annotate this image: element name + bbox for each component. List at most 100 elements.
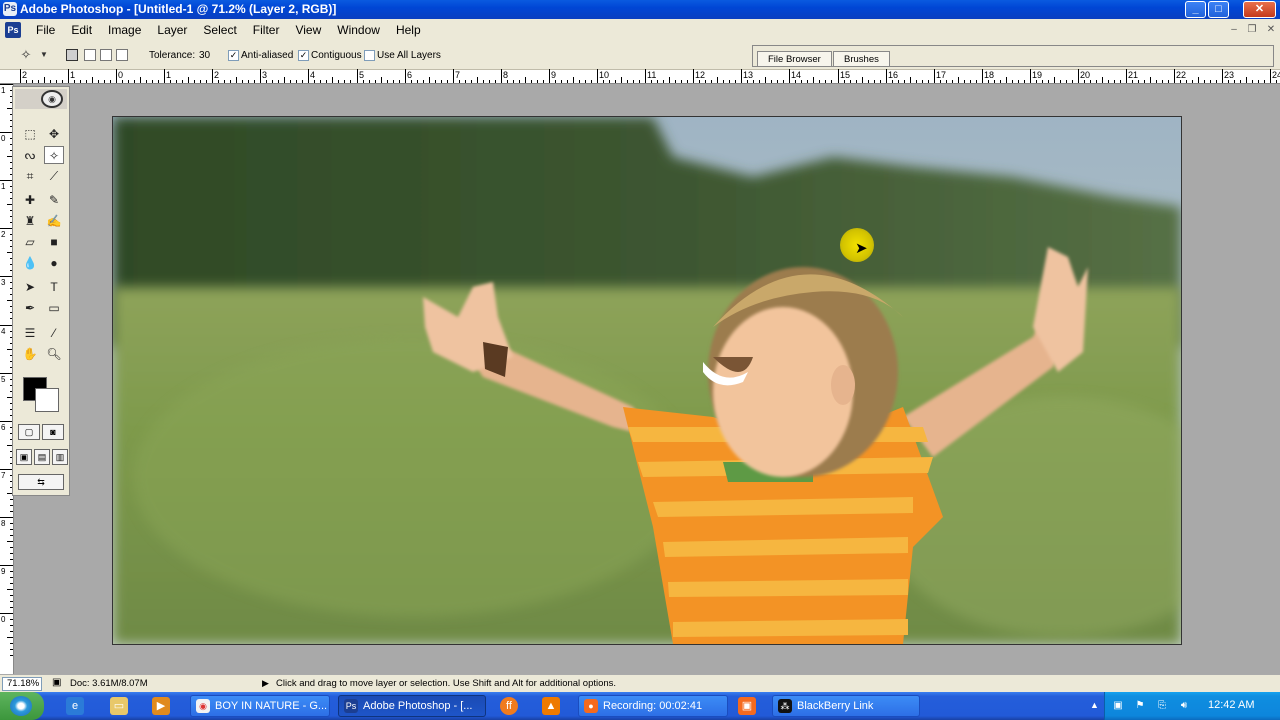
screen-mode-standard-icon[interactable]: ▣: [16, 449, 32, 465]
safely-remove-icon[interactable]: ⎘: [1155, 699, 1169, 713]
contiguous-checkbox[interactable]: ✓: [298, 50, 309, 61]
menu-edit[interactable]: Edit: [63, 23, 100, 37]
task-blackberry[interactable]: ⁂ BlackBerry Link: [772, 695, 920, 717]
ruler-label: 8: [1, 519, 6, 528]
anti-aliased-label: Anti-aliased: [241, 50, 294, 61]
zoom-tool-icon[interactable]: 🔍︎: [44, 345, 64, 363]
healing-brush-icon[interactable]: ✚: [20, 191, 40, 209]
volume-icon[interactable]: 🔊︎: [1177, 699, 1191, 713]
photoshop-app-icon[interactable]: Ps: [3, 2, 17, 16]
media-player-icon[interactable]: ▶: [152, 697, 170, 715]
show-hidden-icons-icon[interactable]: ▲: [1090, 700, 1099, 710]
task-chrome[interactable]: ◉ BOY IN NATURE - G...: [190, 695, 330, 717]
ruler-minor-tick: [1006, 77, 1007, 83]
ruler-label: 16: [888, 70, 899, 80]
doc-info-icon[interactable]: ▣: [52, 677, 61, 688]
zoom-level-field[interactable]: 71.18%: [2, 677, 42, 691]
doc-minimize-icon[interactable]: ‒: [1227, 23, 1241, 37]
document-canvas[interactable]: [112, 116, 1182, 645]
folder-icon[interactable]: ▭: [110, 697, 128, 715]
brush-tool-icon[interactable]: ✎: [44, 191, 64, 209]
tab-file-browser[interactable]: File Browser: [757, 51, 832, 66]
ruler-minor-tick: [483, 80, 484, 83]
start-button[interactable]: [0, 692, 44, 720]
close-button[interactable]: ✕: [1243, 1, 1276, 18]
ruler-minor-tick: [1132, 80, 1133, 83]
taskbar: e ▭ ▶ ◉ BOY IN NATURE - G... Ps Adobe Ph…: [0, 692, 1280, 720]
ruler-minor-tick: [922, 80, 923, 83]
menu-window[interactable]: Window: [329, 23, 388, 37]
maximize-button[interactable]: □: [1208, 1, 1229, 18]
menu-file[interactable]: File: [28, 23, 63, 37]
firefox-icon[interactable]: ff: [500, 697, 518, 715]
screen-mode-menubar-icon[interactable]: ▤: [34, 449, 50, 465]
anti-aliased-checkbox[interactable]: ✓: [228, 50, 239, 61]
ruler-minor-tick: [447, 80, 448, 83]
crop-tool-icon[interactable]: ⌗: [20, 167, 40, 185]
menu-image[interactable]: Image: [100, 23, 149, 37]
notes-tool-icon[interactable]: ☰: [20, 324, 40, 342]
slice-tool-icon[interactable]: ⟋: [44, 167, 64, 185]
add-selection-icon[interactable]: [84, 49, 96, 61]
ruler-minor-tick: [10, 499, 13, 500]
menu-layer[interactable]: Layer: [149, 23, 195, 37]
pen-tool-icon[interactable]: ✒: [20, 299, 40, 317]
gradient-tool-icon[interactable]: ■: [44, 233, 64, 251]
ruler-minor-tick: [206, 80, 207, 83]
quick-mask-mode-icon[interactable]: ◙: [42, 424, 64, 440]
background-color-swatch[interactable]: [35, 388, 59, 412]
intersect-selection-icon[interactable]: [116, 49, 128, 61]
adobe-eye-icon[interactable]: ◉: [41, 90, 63, 108]
blur-tool-icon[interactable]: 💧: [20, 254, 40, 272]
standard-mode-icon[interactable]: ▢: [18, 424, 40, 440]
tab-brushes[interactable]: Brushes: [833, 51, 890, 66]
path-selection-icon[interactable]: ➤: [20, 278, 40, 296]
magic-wand-icon[interactable]: ✧: [18, 47, 34, 63]
ruler-minor-tick: [1066, 80, 1067, 83]
history-brush-icon[interactable]: ✍: [44, 212, 64, 230]
menu-view[interactable]: View: [287, 23, 329, 37]
hand-tool-icon[interactable]: ✋: [20, 345, 40, 363]
flag-icon[interactable]: ⚑: [1133, 699, 1147, 713]
document-icon[interactable]: Ps: [5, 22, 21, 38]
ruler-minor-tick: [7, 589, 13, 590]
ruler-minor-tick: [417, 80, 418, 83]
burn-tool-icon[interactable]: ●: [44, 254, 64, 272]
tool-preset-dropdown-icon[interactable]: ▼: [40, 50, 48, 59]
doc-restore-icon[interactable]: ❐: [1245, 23, 1259, 37]
internet-explorer-icon[interactable]: e: [66, 697, 84, 715]
move-tool-icon[interactable]: ✥: [44, 125, 64, 143]
jump-to-imageready-icon[interactable]: ⇆: [18, 474, 64, 490]
menu-select[interactable]: Select: [195, 23, 244, 37]
recorder-tray-icon[interactable]: ▣: [738, 697, 756, 715]
vlc-icon[interactable]: ▲: [542, 697, 560, 715]
marquee-tool-icon[interactable]: ⬚: [20, 125, 40, 143]
clock[interactable]: 12:42 AM: [1208, 699, 1254, 711]
ruler-minor-tick: [904, 80, 905, 83]
horizontal-ruler: 2 1 0 1 2 3 4 5 6 7 8 9 10 11 12 13 14 15 16 17 18 19 20 21 22 23…: [0, 69, 1280, 84]
magic-wand-tool-icon[interactable]: ✧: [44, 146, 64, 164]
doc-close-icon[interactable]: ✕: [1264, 23, 1278, 37]
status-bar: 71.18% ▣ Doc: 3.61M/8.07M ▶ Click and dr…: [0, 674, 1280, 692]
ruler-label: 11: [647, 70, 657, 80]
status-menu-arrow-icon[interactable]: ▶: [262, 678, 269, 689]
type-tool-icon[interactable]: T: [44, 278, 64, 296]
task-recording[interactable]: ● Recording: 00:02:41: [578, 695, 728, 717]
minimize-button[interactable]: _: [1185, 1, 1206, 18]
new-selection-icon[interactable]: [66, 49, 78, 61]
network-icon[interactable]: ▣: [1111, 699, 1125, 713]
eraser-tool-icon[interactable]: ▱: [20, 233, 40, 251]
shape-tool-icon[interactable]: ▭: [44, 299, 64, 317]
eyedropper-tool-icon[interactable]: ⁄: [44, 324, 64, 342]
menu-help[interactable]: Help: [388, 23, 429, 37]
use-all-layers-checkbox[interactable]: [364, 50, 375, 61]
chrome-icon: ◉: [196, 699, 210, 713]
clone-stamp-icon[interactable]: ♜: [20, 212, 40, 230]
screen-mode-full-icon[interactable]: ▥: [52, 449, 68, 465]
tolerance-input[interactable]: [196, 47, 226, 63]
subtract-selection-icon[interactable]: [100, 49, 112, 61]
menu-filter[interactable]: Filter: [245, 23, 288, 37]
task-photoshop[interactable]: Ps Adobe Photoshop - [...: [338, 695, 486, 717]
ruler-minor-tick: [519, 80, 520, 83]
lasso-tool-icon[interactable]: ᔓ: [20, 146, 40, 164]
